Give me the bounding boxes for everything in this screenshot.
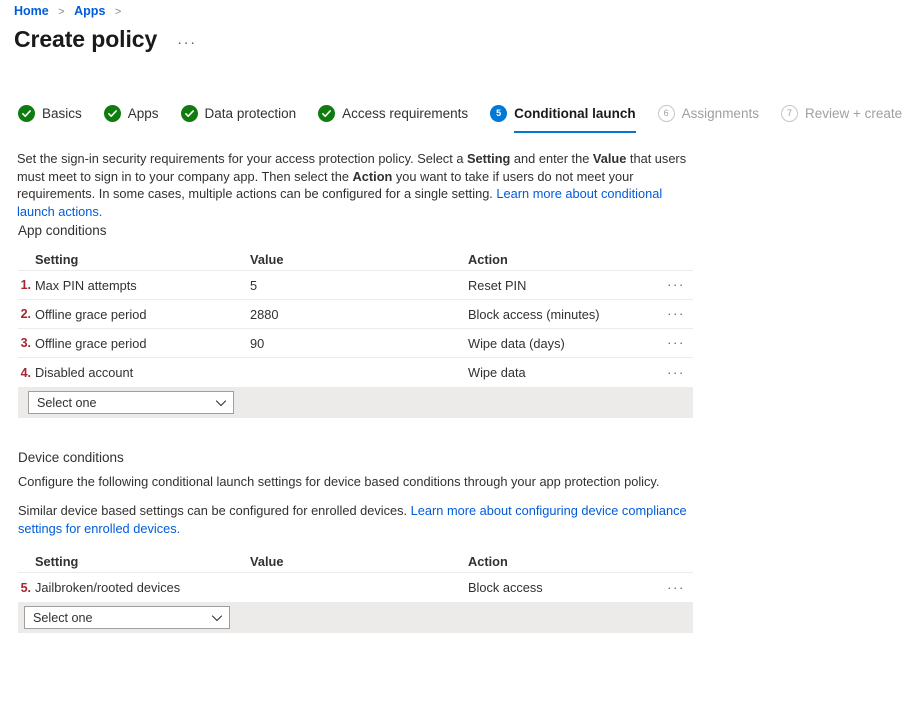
table-header-row: Setting Value Action (18, 551, 693, 573)
wizard-step-assignments[interactable]: 6 Assignments (658, 100, 759, 126)
table-row: 2. Offline grace period 2880 Block acces… (18, 300, 693, 329)
step-number-badge: 7 (781, 105, 798, 122)
row-more-options-icon[interactable]: ··· (659, 280, 693, 290)
page-description: Set the sign-in security requirements fo… (17, 150, 699, 220)
page-header: Create policy ··· (14, 24, 197, 58)
table-header-row: Setting Value Action (18, 249, 693, 271)
row-action[interactable]: Block access (minutes) (468, 307, 659, 322)
step-number-badge: 6 (658, 105, 675, 122)
table-header-setting: Setting (35, 252, 250, 267)
device-conditions-table: Setting Value Action 5. Jailbroken/roote… (18, 551, 693, 633)
breadcrumb: Home > Apps > (14, 3, 127, 20)
row-more-options-icon[interactable]: ··· (659, 309, 693, 319)
device-condition-setting-select[interactable]: Select one (24, 606, 230, 629)
wizard-step-label: Conditional launch (514, 106, 636, 121)
app-conditions-add-row: Select one (18, 387, 693, 418)
page-title: Create policy (14, 24, 157, 54)
device-conditions-heading: Device conditions (18, 450, 124, 465)
row-more-options-icon[interactable]: ··· (659, 368, 693, 378)
row-action[interactable]: Wipe data (days) (468, 336, 659, 351)
select-value: Select one (37, 396, 97, 410)
row-setting: Disabled account (35, 365, 250, 380)
breadcrumb-item-apps[interactable]: Apps (74, 4, 105, 18)
wizard-step-access-requirements[interactable]: Access requirements (318, 100, 468, 126)
table-header-value: Value (250, 554, 468, 569)
row-number: 5. (18, 581, 35, 595)
table-header-action: Action (468, 554, 659, 569)
wizard-step-label: Basics (42, 106, 82, 121)
device-conditions-description: Configure the following conditional laun… (18, 473, 708, 491)
check-circle-icon (181, 105, 198, 122)
table-header-action: Action (468, 252, 659, 267)
description-bold-action: Action (353, 169, 393, 184)
table-row: 4. Disabled account Wipe data ··· (18, 358, 693, 387)
check-circle-icon (18, 105, 35, 122)
description-text-2: and enter the (510, 151, 593, 166)
check-circle-icon (104, 105, 121, 122)
wizard-step-data-protection[interactable]: Data protection (181, 100, 297, 126)
row-value[interactable]: 90 (250, 336, 468, 351)
table-header-value: Value (250, 252, 468, 267)
step-number-badge: 5 (490, 105, 507, 122)
app-conditions-heading: App conditions (18, 223, 107, 238)
row-more-options-icon[interactable]: ··· (659, 583, 693, 593)
row-number: 2. (18, 307, 35, 321)
breadcrumb-separator: > (115, 6, 121, 18)
row-action[interactable]: Reset PIN (468, 278, 659, 293)
row-action[interactable]: Wipe data (468, 365, 659, 380)
check-circle-icon (318, 105, 335, 122)
device-conditions-add-row: Select one (18, 602, 693, 633)
select-value: Select one (33, 611, 93, 625)
wizard-step-label: Access requirements (342, 106, 468, 121)
row-action[interactable]: Block access (468, 580, 659, 595)
row-more-options-icon[interactable]: ··· (659, 338, 693, 348)
row-number: 3. (18, 336, 35, 350)
row-value[interactable]: 5 (250, 278, 468, 293)
description-bold-value: Value (593, 151, 626, 166)
app-condition-setting-select[interactable]: Select one (28, 391, 234, 414)
row-setting: Offline grace period (35, 307, 250, 322)
wizard-step-label: Apps (128, 106, 159, 121)
row-number: 1. (18, 278, 35, 292)
wizard-step-review-create[interactable]: 7 Review + create (781, 100, 902, 126)
table-header-setting: Setting (35, 554, 250, 569)
chevron-down-icon (215, 397, 227, 409)
row-setting: Offline grace period (35, 336, 250, 351)
wizard-step-label: Data protection (205, 106, 297, 121)
row-number: 4. (18, 366, 35, 380)
chevron-down-icon (211, 612, 223, 624)
row-setting: Max PIN attempts (35, 278, 250, 293)
wizard-step-label: Assignments (682, 106, 759, 121)
app-conditions-table: Setting Value Action 1. Max PIN attempts… (18, 249, 693, 418)
wizard-steps: Basics Apps Data protection Access requi… (18, 100, 904, 126)
breadcrumb-item-home[interactable]: Home (14, 4, 49, 18)
more-options-icon[interactable]: ··· (177, 28, 197, 58)
wizard-step-conditional-launch[interactable]: 5 Conditional launch (490, 100, 636, 126)
active-step-underline (514, 131, 636, 133)
table-row: 3. Offline grace period 90 Wipe data (da… (18, 329, 693, 358)
table-row: 5. Jailbroken/rooted devices Block acces… (18, 573, 693, 602)
device-description-prefix: Similar device based settings can be con… (18, 503, 411, 518)
device-conditions-description-2: Similar device based settings can be con… (18, 502, 690, 537)
row-setting: Jailbroken/rooted devices (35, 580, 250, 595)
breadcrumb-separator: > (58, 6, 64, 18)
description-text-1: Set the sign-in security requirements fo… (17, 151, 467, 166)
wizard-step-label: Review + create (805, 106, 902, 121)
row-value[interactable]: 2880 (250, 307, 468, 322)
wizard-step-apps[interactable]: Apps (104, 100, 159, 126)
wizard-step-basics[interactable]: Basics (18, 100, 82, 126)
description-bold-setting: Setting (467, 151, 510, 166)
table-row: 1. Max PIN attempts 5 Reset PIN ··· (18, 271, 693, 300)
